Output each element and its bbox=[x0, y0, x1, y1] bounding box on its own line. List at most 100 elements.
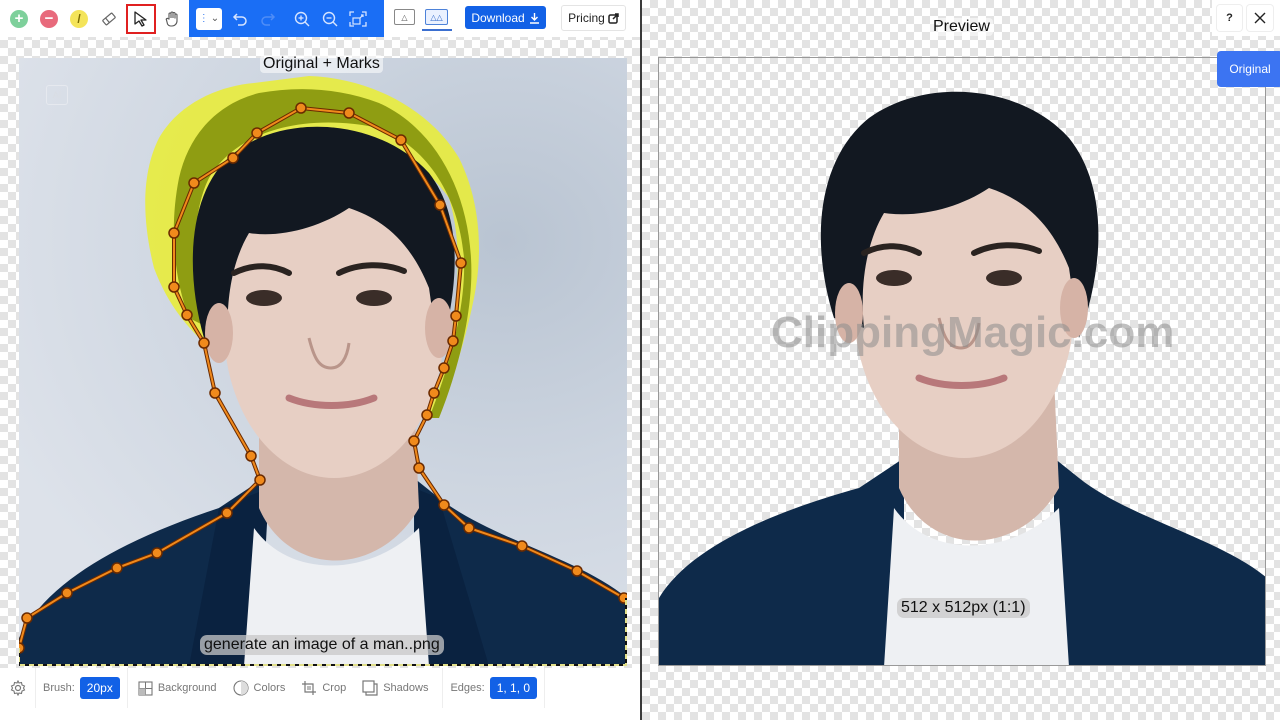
shadows-label: Shadows bbox=[383, 682, 429, 694]
bottom-strip bbox=[0, 708, 640, 720]
plus-icon: + bbox=[10, 9, 28, 28]
scalpel-tool[interactable] bbox=[126, 3, 156, 34]
zoom-in-icon bbox=[294, 11, 310, 26]
divider bbox=[544, 668, 546, 708]
scalpel-point[interactable] bbox=[421, 409, 433, 421]
right-pane: ClippingMagic.com Preview 512 x 512px (1… bbox=[642, 0, 1280, 720]
edit-toolbar-group: ⋮ ⌄ bbox=[189, 0, 384, 37]
undo-icon bbox=[232, 12, 247, 26]
eraser-tool[interactable] bbox=[94, 4, 124, 34]
download-label: Download bbox=[471, 10, 525, 25]
scalpel-point[interactable] bbox=[251, 127, 263, 139]
edges-label: Edges: bbox=[450, 682, 485, 694]
hand-icon bbox=[165, 10, 178, 27]
scalpel-point[interactable] bbox=[168, 227, 180, 239]
external-link-icon bbox=[608, 12, 619, 24]
brush-size-value[interactable]: 20px bbox=[79, 677, 120, 699]
active-view-indicator bbox=[422, 29, 452, 31]
scalpel-point[interactable] bbox=[463, 522, 475, 534]
settings-button[interactable] bbox=[0, 680, 35, 696]
scalpel-point[interactable] bbox=[438, 499, 450, 511]
cursor-arrow-icon bbox=[134, 10, 147, 27]
scalpel-point[interactable] bbox=[209, 387, 221, 399]
scalpel-point[interactable] bbox=[571, 565, 583, 577]
scalpel-point[interactable] bbox=[221, 507, 233, 519]
download-icon bbox=[529, 12, 539, 24]
watermark: ClippingMagic.com bbox=[771, 308, 1175, 357]
scalpel-point[interactable] bbox=[181, 309, 193, 321]
crop-label: Crop bbox=[322, 682, 347, 694]
eraser-icon bbox=[102, 12, 116, 25]
scalpel-point[interactable] bbox=[438, 362, 450, 374]
scalpel-point[interactable] bbox=[428, 387, 440, 399]
undo-button[interactable] bbox=[226, 5, 254, 33]
gear-icon bbox=[10, 680, 25, 696]
cutout-illustration bbox=[659, 91, 1265, 665]
scalpel-point[interactable] bbox=[21, 612, 33, 624]
hair-brush-tool[interactable]: / bbox=[64, 4, 94, 34]
scalpel-point[interactable] bbox=[450, 310, 462, 322]
scalpel-point[interactable] bbox=[227, 152, 239, 164]
original-marks-canvas[interactable]: AI Original + Marks generate an image of… bbox=[0, 37, 640, 668]
scalpel-point[interactable] bbox=[434, 199, 446, 211]
close-icon bbox=[1254, 12, 1266, 24]
help-button[interactable]: ? bbox=[1217, 5, 1242, 31]
scalpel-point[interactable] bbox=[413, 462, 425, 474]
preview-canvas[interactable]: ClippingMagic.com Preview 512 x 512px (1… bbox=[642, 0, 1280, 720]
brush-label: Brush: bbox=[43, 682, 75, 694]
scalpel-point[interactable] bbox=[245, 450, 257, 462]
scalpel-point[interactable] bbox=[516, 540, 528, 552]
single-view-button[interactable]: △ bbox=[394, 9, 415, 25]
scalpel-point[interactable] bbox=[455, 257, 467, 269]
scalpel-point[interactable] bbox=[395, 134, 407, 146]
scalpel-point[interactable] bbox=[254, 474, 266, 486]
split-view-button[interactable]: △△ bbox=[425, 9, 448, 25]
scalpel-point[interactable] bbox=[151, 547, 163, 559]
scalpel-point[interactable] bbox=[447, 335, 459, 347]
bottom-bar: Brush: 20px Background Colors Crop Shado… bbox=[0, 668, 640, 708]
preview-photo: ClippingMagic.com bbox=[658, 57, 1266, 666]
zoom-out-icon bbox=[322, 11, 338, 26]
shadows-button[interactable]: Shadows bbox=[356, 680, 434, 696]
pricing-button[interactable]: Pricing bbox=[561, 5, 626, 31]
original-toggle-button[interactable]: Original bbox=[1217, 51, 1280, 87]
foreground-tool[interactable]: + bbox=[4, 4, 34, 34]
background-grid-icon bbox=[138, 680, 153, 696]
scalpel-point[interactable] bbox=[198, 337, 210, 349]
split-triangles-icon: △△ bbox=[430, 12, 443, 22]
original-photo: AI bbox=[19, 58, 627, 666]
scalpel-point[interactable] bbox=[111, 562, 123, 574]
triangle-icon: △ bbox=[401, 12, 408, 22]
subject-illustration bbox=[19, 76, 627, 666]
zoom-in-button[interactable] bbox=[288, 5, 316, 33]
mode-select-value: ⋮ bbox=[198, 13, 209, 24]
scalpel-point[interactable] bbox=[343, 107, 355, 119]
mode-select[interactable]: ⋮ ⌄ bbox=[196, 7, 222, 30]
zoom-out-button[interactable] bbox=[316, 5, 344, 33]
colors-button[interactable]: Colors bbox=[227, 680, 292, 696]
redo-icon bbox=[261, 12, 276, 26]
crop-button[interactable]: Crop bbox=[291, 680, 356, 696]
download-button[interactable]: Download bbox=[465, 6, 546, 29]
close-button[interactable] bbox=[1247, 5, 1273, 31]
left-panel-title: Original + Marks bbox=[260, 55, 383, 73]
brush-size-control[interactable]: Brush: 20px bbox=[36, 677, 127, 699]
pricing-label: Pricing bbox=[568, 11, 605, 25]
filename-caption: generate an image of a man..png bbox=[200, 635, 444, 655]
scalpel-point[interactable] bbox=[295, 102, 307, 114]
shadow-icon bbox=[362, 680, 378, 696]
pan-tool[interactable] bbox=[158, 4, 188, 34]
background-button[interactable]: Background bbox=[128, 680, 227, 696]
slash-icon: / bbox=[70, 9, 88, 28]
scalpel-point[interactable] bbox=[188, 177, 200, 189]
fit-view-button[interactable] bbox=[344, 5, 372, 33]
minus-icon: − bbox=[40, 9, 58, 28]
edges-control[interactable]: Edges: 1, 1, 0 bbox=[443, 677, 544, 699]
redo-button[interactable] bbox=[254, 5, 282, 33]
scalpel-point[interactable] bbox=[61, 587, 73, 599]
edges-value[interactable]: 1, 1, 0 bbox=[489, 677, 538, 699]
background-tool[interactable]: − bbox=[34, 4, 64, 34]
crop-icon bbox=[302, 681, 317, 695]
scalpel-point[interactable] bbox=[408, 435, 420, 447]
scalpel-point[interactable] bbox=[168, 281, 180, 293]
